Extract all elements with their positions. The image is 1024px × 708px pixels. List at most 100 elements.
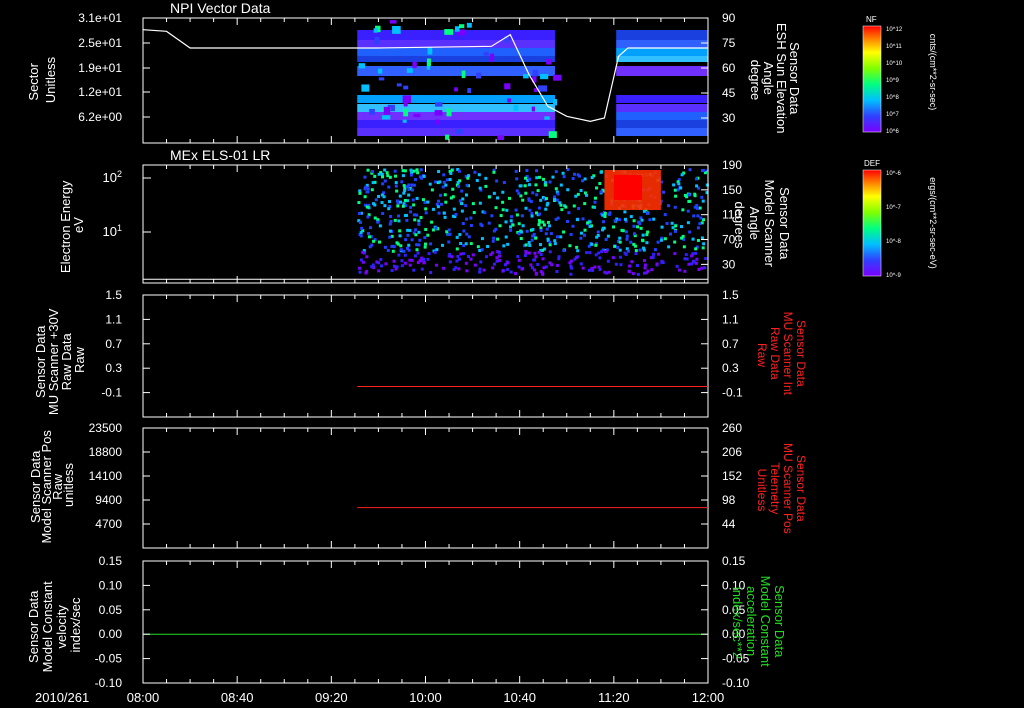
spectrogram-band [616,128,708,136]
spectrogram-cell [568,244,572,248]
colorbar-tick-label: 10^10 [886,61,903,67]
spectrogram-cell [573,257,577,261]
spectrogram-cell [624,252,628,256]
spectrogram-cell [641,239,645,243]
spectrogram-cell [480,248,484,252]
spectrogram-cell [376,220,380,224]
spectrogram-cell [406,233,410,237]
spectrogram-cell [667,204,671,208]
spectrogram-cell [583,202,587,206]
spectrogram-cell [684,253,688,257]
spectrogram-cell [413,113,421,118]
spectrogram-cell [612,225,616,229]
spectrogram-cell [419,168,423,172]
spectrogram-cell [381,115,391,120]
spectrogram-cell [509,219,513,223]
spectrogram-cell [497,254,501,258]
spectrogram-cell [685,257,689,261]
npi-ylabel: Sector Unitless [26,56,58,103]
spectrogram-cell [630,260,634,264]
right-tick-label: 152 [722,469,742,483]
spectrogram-cell [538,175,542,179]
spectrogram-cell [655,262,659,266]
spectrogram-cell [537,223,541,227]
spectrogram-cell [492,170,496,174]
spectrogram-cell [377,68,383,74]
spectrogram-cell [629,240,633,244]
spectrogram-cell [398,234,402,238]
spectrogram-cell [400,264,404,268]
date-label: 2010/261 [35,690,89,705]
x-tick-label: 08:00 [127,690,160,705]
spectrogram-cell [548,243,552,247]
spectrogram-cell [569,272,573,276]
spectrogram-cell [531,106,536,112]
colorbar-tick-label: 10^11 [886,44,902,50]
spectrogram-cell [579,189,583,193]
spectrogram-cell [392,259,396,263]
els-ylabel: Electron Energy eV [58,177,86,273]
spectrogram-cell [618,236,622,240]
spectrogram-cell [492,229,496,233]
spectrogram-cell [460,202,464,206]
spectrogram-cell [426,257,430,261]
spectrogram-cell [364,185,368,189]
spectrogram-cell [562,230,566,234]
spectrogram-cell [677,182,681,186]
spectrogram-cell [581,217,585,221]
spectrogram-cell [455,128,463,135]
spectrogram-cell [487,221,491,225]
colorbar-def-gradient [863,170,881,276]
spectrogram-cell [626,249,630,253]
left-tick-label: 1.1 [105,312,122,326]
spectrogram-cell [536,263,540,267]
spectrogram-cell [397,214,401,218]
spectrogram-cell [548,180,552,184]
spectrogram-cell [460,209,464,213]
spectrogram-cell [588,251,592,255]
spectrogram-cell [381,182,385,186]
spectrogram-cell [686,209,690,213]
colorbar-tick-label: 10^8 [886,95,899,101]
spectrogram-cell [373,216,377,220]
spectrogram-cell [403,85,409,90]
spectrogram-cell [466,22,472,28]
colorbar-nf-gradient [863,26,881,132]
spectrogram-cell [437,199,441,203]
spectrogram-cell [403,198,407,202]
spectrogram-cell [501,190,505,194]
spectrogram-cell [667,245,671,249]
spectrogram-cell [662,190,666,194]
colorbar-def: DEF 10^-6 10^-7 10^-8 10^-9 ergs/(cm**2-sr-… [862,159,938,279]
left-tick-label: -0.10 [95,676,123,690]
spectrogram-cell [501,208,505,212]
spectrogram-cell [579,262,583,266]
left-tick-label: 23500 [89,421,123,435]
spectrogram-cell [409,173,413,177]
spectrogram-cell [533,251,537,255]
spectrogram-cell [458,24,465,29]
spectrogram-cell [426,233,430,237]
spectrogram-cell [366,215,370,219]
spectrogram-cell [405,218,409,222]
spectrogram-cell [416,171,420,175]
spectrogram-cell [673,229,677,233]
left-tick-label: 0.15 [99,554,123,568]
spectrogram-cell [383,245,387,249]
spectrogram-cell [359,258,363,262]
npi-y-ticks: 3.1e+01 2.5e+01 1.9e+01 1.2e+01 6.2e+00 [78,11,150,124]
spectrogram-cell [433,250,437,254]
spectrogram-cell [504,220,508,224]
spectrogram-cell [496,196,500,200]
spectrogram-cell [627,270,631,274]
spectrogram-cell [596,230,600,234]
spectrogram-cell [391,249,395,253]
spectrogram-band [357,120,555,128]
x-tick-label: 08:40 [221,690,254,705]
spectrogram-cell [469,223,473,227]
spectrogram-cell [471,202,475,206]
spectrogram-cell [694,177,698,181]
panel-frame-scanner-pos [142,427,709,549]
right-tick-label: 44 [722,517,736,531]
spectrogram-cell [585,251,589,255]
